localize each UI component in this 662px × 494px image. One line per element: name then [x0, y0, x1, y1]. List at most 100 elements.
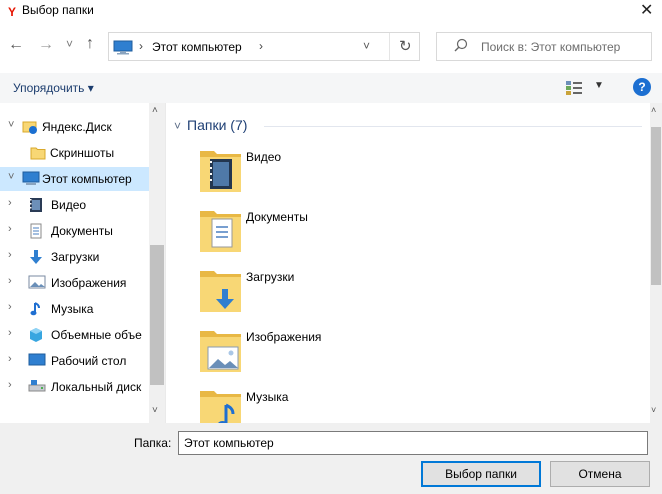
- navigation-scrollbar[interactable]: ˄ ˅: [149, 103, 165, 423]
- folder-item[interactable]: Изображения: [196, 325, 496, 377]
- back-button[interactable]: ←: [8, 36, 24, 54]
- scroll-up-icon[interactable]: ˄: [152, 105, 158, 116]
- documents-folder-icon: [196, 205, 244, 256]
- svg-text:Y: Y: [8, 5, 16, 18]
- documents-icon: [28, 223, 44, 242]
- video-icon: [28, 197, 44, 216]
- downloads-folder-icon: [196, 265, 244, 316]
- tree-item[interactable]: ˅ Этот компьютер: [0, 167, 150, 191]
- folder-icon: [30, 145, 46, 164]
- organize-button[interactable]: Упорядочить ▾: [13, 81, 94, 95]
- breadcrumb-separator[interactable]: ›: [259, 39, 263, 53]
- tree-item[interactable]: › Объемные объе: [0, 323, 150, 347]
- search-icon: [454, 38, 468, 52]
- folder-label: Папка:: [134, 436, 172, 450]
- scroll-up-icon[interactable]: ˄: [651, 105, 656, 115]
- dialog-footer: Папка: Выбор папки Отмена: [0, 423, 662, 494]
- view-options-icon[interactable]: [565, 80, 583, 96]
- refresh-icon[interactable]: ↻: [399, 37, 412, 55]
- recent-locations-button[interactable]: ˅: [66, 37, 73, 51]
- chevron-right-icon[interactable]: ›: [8, 249, 12, 261]
- tree-item[interactable]: ˅ Яндекс.Диск: [0, 115, 150, 139]
- tree-item-label: Скриншоты: [50, 146, 115, 160]
- folder-item-label: Загрузки: [246, 270, 295, 284]
- close-icon[interactable]: ✕: [640, 0, 653, 20]
- title-bar: Y Выбор папки ✕: [0, 0, 662, 22]
- help-button[interactable]: ?: [633, 78, 651, 96]
- chevron-right-icon[interactable]: ›: [8, 301, 12, 313]
- folder-item[interactable]: Загрузки: [196, 265, 496, 317]
- scroll-down-icon[interactable]: ˅: [651, 405, 656, 415]
- pictures-folder-icon: [196, 325, 244, 376]
- downloads-icon: [28, 249, 44, 268]
- music-folder-icon: [196, 385, 244, 423]
- yandex-browser-logo-icon: Y: [5, 4, 19, 18]
- content-pane: ˅ Папки (7) Видео Документы Загрузки Изображ…: [166, 103, 650, 423]
- group-divider: [264, 126, 642, 127]
- local-disk-icon: [28, 379, 46, 396]
- yandex-disk-icon: [22, 119, 38, 138]
- folder-item[interactable]: Документы: [196, 205, 496, 257]
- tree-item-label: Музыка: [51, 302, 94, 316]
- chevron-right-icon[interactable]: ›: [8, 379, 12, 391]
- folder-item-label: Музыка: [246, 390, 289, 404]
- computer-icon: [113, 40, 133, 55]
- scroll-thumb[interactable]: [651, 127, 661, 285]
- search-box[interactable]: Поиск в: Этот компьютер: [436, 32, 652, 61]
- tree-item[interactable]: › Локальный диск: [0, 375, 150, 399]
- tree-item-label: Изображения: [51, 276, 127, 290]
- chevron-down-icon[interactable]: ˅: [8, 171, 14, 183]
- music-icon: [28, 301, 44, 320]
- breadcrumb-separator[interactable]: ›: [139, 39, 143, 53]
- scroll-thumb[interactable]: [150, 245, 164, 385]
- tree-item-label: Документы: [51, 224, 113, 238]
- chevron-right-icon[interactable]: ›: [8, 197, 12, 209]
- chevron-right-icon[interactable]: ›: [8, 223, 12, 235]
- tree-item-label: Объемные объе: [51, 328, 142, 342]
- view-dropdown-icon[interactable]: ▼: [594, 80, 604, 91]
- folder-item[interactable]: Музыка: [196, 385, 496, 423]
- folder-item-label: Изображения: [246, 330, 322, 344]
- pictures-icon: [28, 275, 46, 292]
- chevron-down-icon[interactable]: ˅: [174, 119, 181, 133]
- tree-item-label: Локальный диск: [51, 380, 142, 394]
- video-folder-icon: [196, 145, 244, 196]
- address-dropdown-icon[interactable]: ˅: [363, 39, 370, 53]
- window-title: Выбор папки: [22, 3, 94, 17]
- tree-item-label: Этот компьютер: [42, 172, 132, 186]
- tree-item[interactable]: › Документы: [0, 219, 150, 243]
- up-button[interactable]: ↑: [86, 35, 94, 53]
- chevron-right-icon[interactable]: ›: [8, 353, 12, 365]
- tree-item[interactable]: › Изображения: [0, 271, 150, 295]
- tree-item[interactable]: › Видео: [0, 193, 150, 217]
- content-scrollbar[interactable]: ˄ ˅: [650, 103, 662, 423]
- chevron-right-icon[interactable]: ›: [8, 327, 12, 339]
- chevron-down-icon[interactable]: ˅: [8, 119, 14, 131]
- divider: [389, 33, 390, 60]
- tree-item[interactable]: › Загрузки: [0, 245, 150, 269]
- breadcrumb-location[interactable]: Этот компьютер: [152, 40, 242, 54]
- search-placeholder: Поиск в: Этот компьютер: [481, 40, 621, 54]
- tree-item[interactable]: › Музыка: [0, 297, 150, 321]
- folder-input[interactable]: [178, 431, 648, 455]
- 3d-objects-icon: [28, 327, 44, 346]
- folder-item[interactable]: Видео: [196, 145, 496, 197]
- chevron-right-icon[interactable]: ›: [8, 275, 12, 287]
- address-bar[interactable]: › Этот компьютер › ˅ ↻: [108, 32, 420, 61]
- tree-item[interactable]: Скриншоты: [0, 141, 150, 165]
- folder-item-label: Видео: [246, 150, 282, 164]
- navigation-pane: ˅ Яндекс.Диск Скриншоты ˅ Этот компьютер › Вид…: [0, 103, 166, 423]
- tree-item[interactable]: › Рабочий стол: [0, 349, 150, 373]
- group-header-label: Папки (7): [187, 117, 248, 133]
- scroll-down-icon[interactable]: ˅: [152, 405, 158, 416]
- computer-icon: [22, 171, 40, 189]
- tree-item-label: Яндекс.Диск: [42, 120, 112, 134]
- cancel-button[interactable]: Отмена: [550, 461, 650, 487]
- tree-item-label: Рабочий стол: [51, 354, 127, 368]
- forward-button[interactable]: →: [38, 36, 54, 54]
- tree-item-label: Загрузки: [51, 250, 100, 264]
- select-folder-button[interactable]: Выбор папки: [421, 461, 541, 487]
- folder-item-label: Документы: [246, 210, 308, 224]
- toolbar: Упорядочить ▾ ▼ ?: [0, 73, 662, 103]
- group-header[interactable]: ˅ Папки (7): [174, 117, 642, 133]
